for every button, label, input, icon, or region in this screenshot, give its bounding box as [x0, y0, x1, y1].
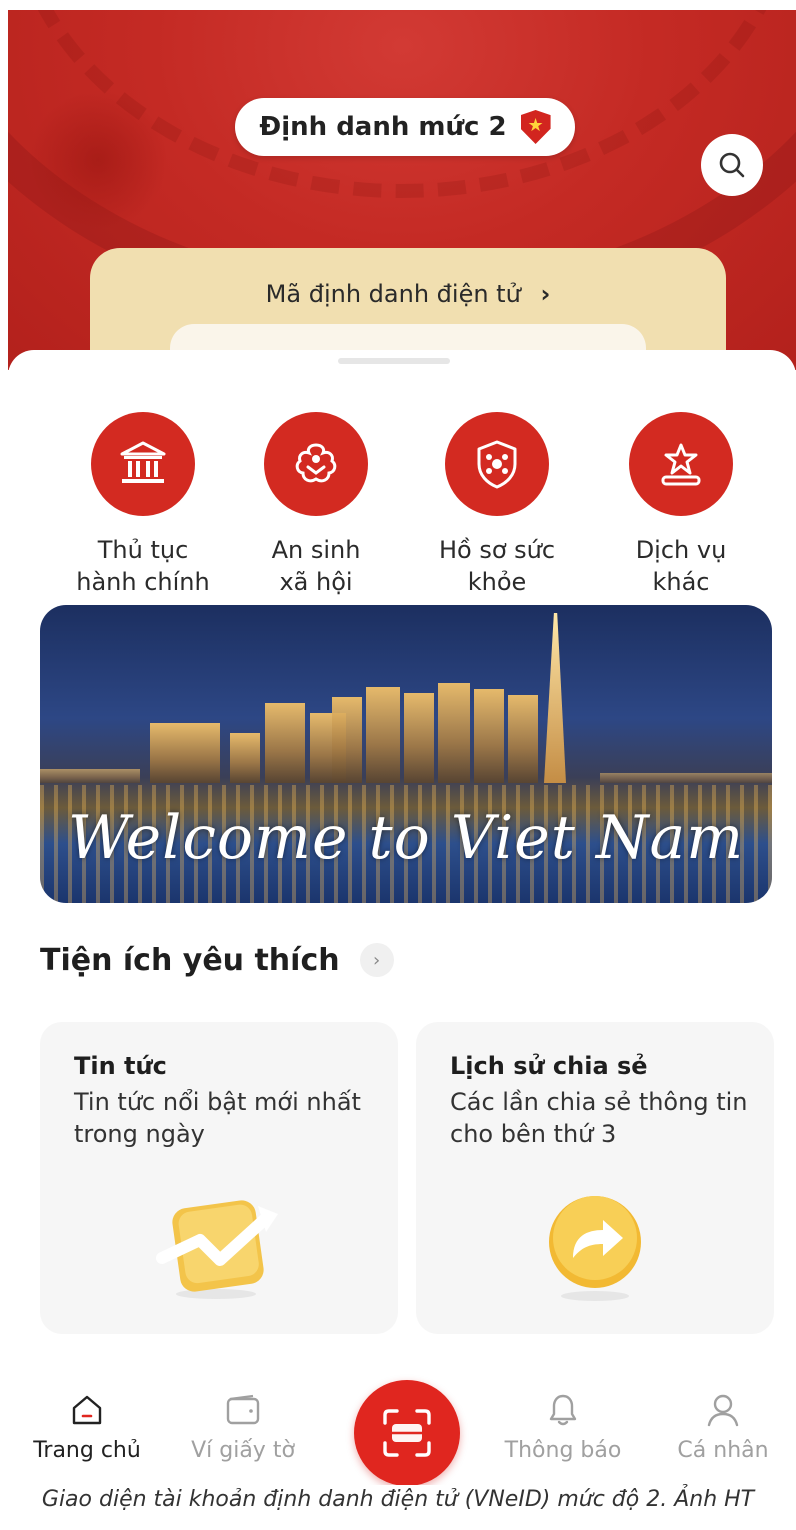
chevron-right-icon: › — [540, 280, 551, 308]
tile-description: Các lần chia sẻ thông tin cho bên thứ 3 — [450, 1088, 748, 1148]
building — [230, 733, 260, 783]
building — [600, 773, 772, 783]
qr-scan-button[interactable] — [354, 1380, 460, 1485]
share-arrow-icon — [535, 1192, 655, 1306]
building — [438, 683, 470, 783]
scan-icon — [383, 1409, 431, 1457]
nav-label: Cá nhân — [677, 1438, 769, 1463]
social-welfare-icon — [264, 412, 368, 516]
home-icon — [12, 1390, 162, 1430]
nav-notifications[interactable]: Thông báo — [488, 1390, 638, 1463]
nav-wallet[interactable]: Ví giấy tờ — [168, 1390, 318, 1463]
nav-label: Thông báo — [504, 1438, 622, 1463]
landmark-tower — [544, 613, 566, 783]
building — [474, 689, 504, 783]
building — [40, 769, 140, 783]
drag-handle[interactable] — [338, 358, 450, 364]
favorite-tile-share-history[interactable]: Lịch sử chia sẻ Các lần chia sẻ thông ti… — [416, 1022, 774, 1334]
news-chart-icon — [154, 1192, 284, 1306]
building — [332, 697, 362, 783]
health-record-icon — [445, 412, 549, 516]
favorite-tile-news[interactable]: Tin tức Tin tức nổi bật mới nhất trong n… — [40, 1022, 398, 1334]
service-social-welfare[interactable]: An sinh xã hội — [221, 412, 411, 598]
service-label: An sinh xã hội — [271, 536, 361, 596]
service-grid: Thủ tục hành chính An sinh xã hội Hồ sơ … — [8, 412, 796, 596]
chevron-right-icon[interactable]: › — [359, 943, 394, 977]
wallet-icon — [168, 1390, 318, 1430]
banner-text: Welcome to Viet Nam — [67, 803, 745, 873]
eid-link-label: Mã định danh điện tử — [265, 280, 521, 308]
app-screen: Định danh mức 2 ★ Mã định danh điện tử › — [8, 10, 796, 1485]
nav-label: Trang chủ — [33, 1438, 141, 1463]
service-label: Thủ tục hành chính — [76, 536, 210, 596]
building — [508, 695, 538, 783]
user-icon — [648, 1390, 796, 1430]
bottom-navigation: Trang chủ Ví giấy tờ Thông báo Cá nhân — [8, 1350, 796, 1485]
service-administrative-procedures[interactable]: Thủ tục hành chính — [48, 412, 238, 598]
tile-title: Tin tức — [74, 1052, 167, 1080]
favorites-title: Tiện ích yêu thích — [40, 942, 340, 978]
search-button[interactable] — [701, 134, 763, 196]
government-building-icon — [91, 412, 195, 516]
identity-level-label: Định danh mức 2 — [259, 112, 507, 142]
tile-title: Lịch sử chia sẻ — [450, 1052, 648, 1080]
nav-label: Ví giấy tờ — [191, 1438, 295, 1463]
nav-profile[interactable]: Cá nhân — [648, 1390, 796, 1463]
nav-home[interactable]: Trang chủ — [12, 1390, 162, 1463]
search-icon — [719, 152, 745, 178]
building — [265, 703, 305, 783]
other-services-icon — [629, 412, 733, 516]
header: Định danh mức 2 ★ Mã định danh điện tử › — [8, 10, 796, 370]
main-sheet: Thủ tục hành chính An sinh xã hội Hồ sơ … — [8, 350, 796, 1485]
bell-icon — [488, 1390, 638, 1430]
image-caption: Giao diện tài khoản định danh điện tử (V… — [41, 1487, 755, 1512]
tile-description: Tin tức nổi bật mới nhất trong ngày — [74, 1088, 361, 1148]
service-label: Hồ sơ sức khỏe — [438, 536, 556, 596]
service-other[interactable]: Dịch vụ khác — [586, 412, 776, 598]
promo-banner[interactable]: Welcome to Viet Nam — [40, 605, 772, 903]
service-health-record[interactable]: Hồ sơ sức khỏe — [402, 412, 592, 598]
eid-link[interactable]: Mã định danh điện tử › — [90, 280, 726, 308]
favorites-header[interactable]: Tiện ích yêu thích › — [40, 938, 394, 982]
building — [404, 693, 434, 783]
identity-level-badge[interactable]: Định danh mức 2 ★ — [235, 98, 575, 156]
building — [150, 723, 220, 783]
avatar[interactable] — [28, 90, 168, 230]
shield-star-icon: ★ — [520, 110, 551, 144]
building — [366, 687, 400, 783]
service-label: Dịch vụ khác — [635, 536, 727, 596]
